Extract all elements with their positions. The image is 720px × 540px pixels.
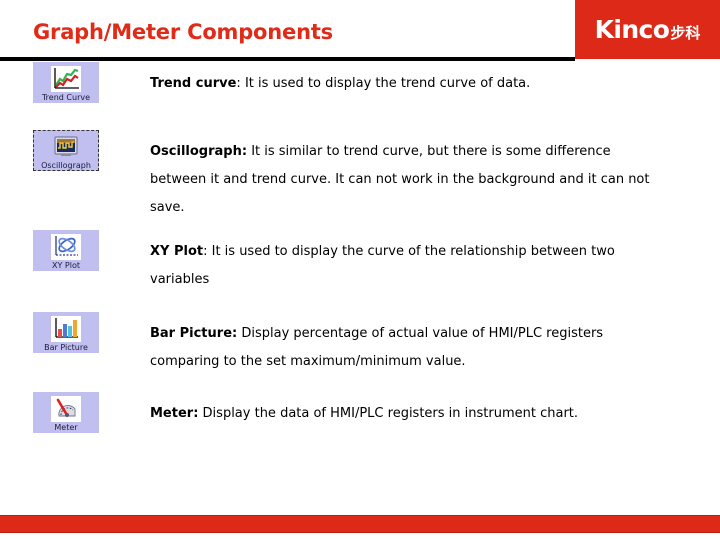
logo-cjk-text: 步科 — [670, 24, 701, 42]
bar-picture-icon — [51, 316, 81, 342]
description-oscillograph: Oscillograph: It is similar to trend cur… — [150, 138, 650, 222]
icon-cell-xy-plot: XY Plot — [33, 230, 105, 271]
icon-cell-oscillograph: Oscillograph — [33, 130, 105, 171]
description-trend-curve: Trend curve: It is used to display the t… — [150, 70, 650, 98]
bar-picture-tile[interactable]: Bar Picture — [33, 312, 99, 353]
term-separator: : — [203, 244, 212, 259]
oscillograph-tile[interactable]: Oscillograph — [33, 130, 99, 171]
description-text: It is used to display the trend curve of… — [244, 76, 531, 91]
footer-bar — [0, 515, 720, 533]
logo-inner: Kinco步科 — [575, 15, 720, 44]
term-label: Bar Picture: — [150, 326, 238, 341]
xy-plot-icon — [51, 234, 81, 260]
trend-curve-icon — [51, 66, 81, 92]
description-text: It is used to display the curve of the r… — [150, 244, 615, 287]
icon-label: XY Plot — [52, 261, 80, 270]
oscillograph-icon — [54, 136, 78, 156]
content-area: Trend Curve Trend curve: It is used to d… — [0, 62, 720, 502]
icon-label: Oscillograph — [41, 161, 91, 170]
term-label: Oscillograph: — [150, 144, 248, 159]
description-bar-picture: Bar Picture: Display percentage of actua… — [150, 320, 650, 376]
meter-tile[interactable]: Meter — [33, 392, 99, 433]
xy-plot-tile[interactable]: XY Plot — [33, 230, 99, 271]
slide-header: Graph/Meter Components Kinco步科 — [0, 0, 720, 62]
description-text: Display the data of HMI/PLC registers in… — [202, 406, 579, 421]
meter-icon — [51, 396, 81, 422]
term-label: Trend curve — [150, 76, 237, 91]
icon-cell-trend-curve: Trend Curve — [33, 62, 105, 103]
kinco-logo: Kinco步科 — [575, 0, 720, 59]
icon-cell-bar-picture: Bar Picture — [33, 312, 105, 353]
icon-label: Trend Curve — [41, 93, 91, 102]
term-label: XY Plot — [150, 244, 204, 259]
logo-latin-text: Kinco — [594, 15, 670, 44]
term-separator: : — [236, 76, 245, 91]
description-xy-plot: XY Plot: It is used to display the curve… — [150, 238, 650, 294]
icon-cell-meter: Meter — [33, 392, 105, 433]
page-title: Graph/Meter Components — [33, 20, 333, 44]
icon-label: Bar Picture — [44, 343, 88, 352]
description-meter: Meter: Display the data of HMI/PLC regis… — [150, 400, 650, 428]
header-divider — [0, 57, 575, 61]
term-label: Meter: — [150, 406, 199, 421]
slide-canvas: Graph/Meter Components Kinco步科 Trend Cur… — [0, 0, 720, 540]
trend-curve-tile[interactable]: Trend Curve — [33, 62, 99, 103]
icon-label: Meter — [54, 423, 78, 432]
